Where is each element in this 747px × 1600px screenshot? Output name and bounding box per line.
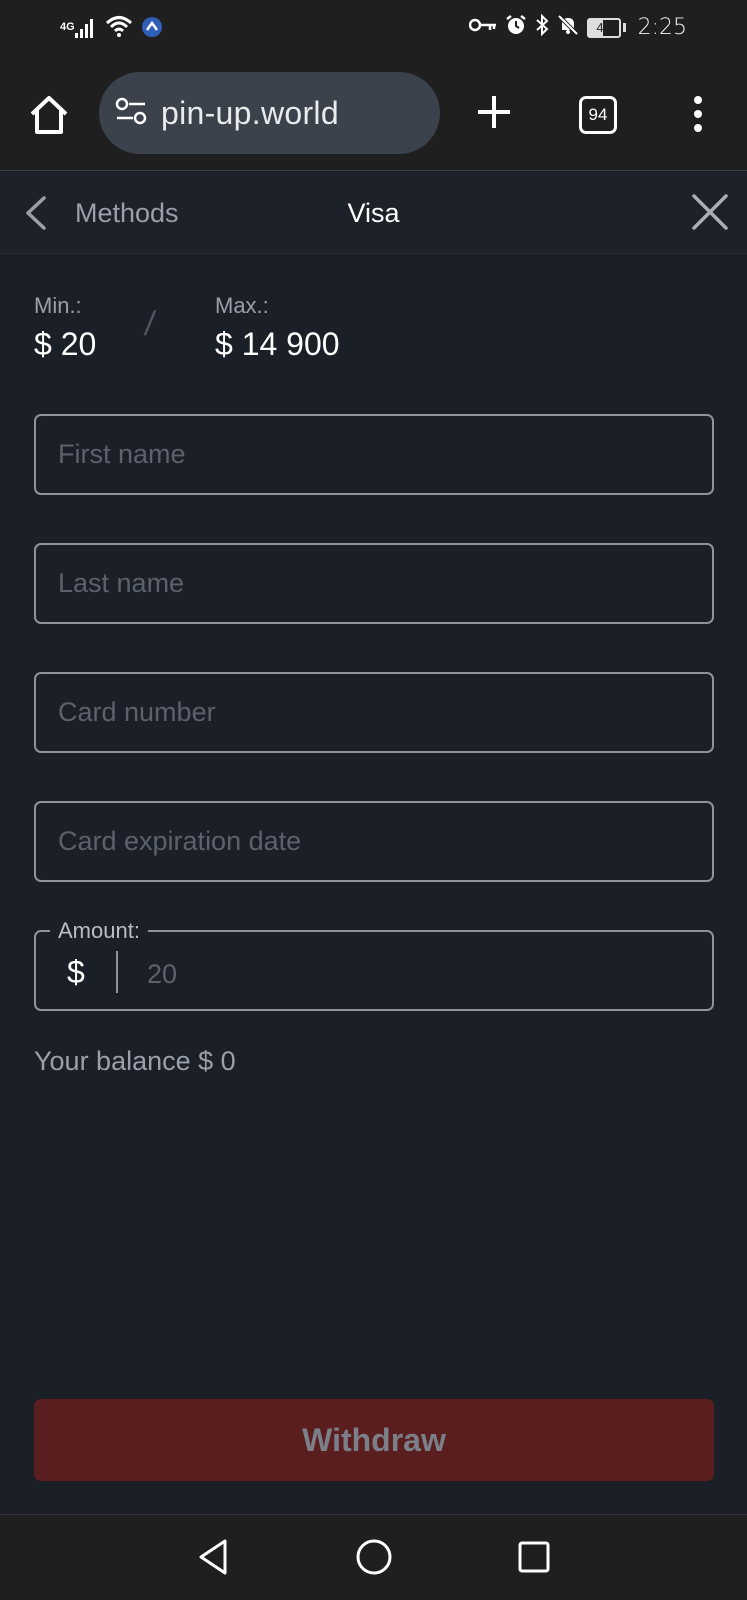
new-tab-icon[interactable] <box>474 92 514 132</box>
status-right: 47 2:25 <box>468 13 687 41</box>
key-icon <box>468 17 497 38</box>
more-icon[interactable] <box>688 94 708 134</box>
url-bar[interactable]: pin-up.world <box>99 72 440 154</box>
amount-divider <box>116 951 118 993</box>
amount-label: Amount: <box>50 918 148 944</box>
close-icon[interactable] <box>688 190 732 234</box>
limit-separator: / <box>142 305 158 343</box>
page-title: Visa <box>347 198 400 228</box>
max-label: Max.: <box>215 293 269 318</box>
wifi-icon <box>105 14 133 43</box>
first-name-field[interactable] <box>34 414 714 495</box>
nav-recents-icon[interactable] <box>514 1537 554 1577</box>
battery-icon: 47 <box>586 17 626 38</box>
last-name-field[interactable] <box>34 543 714 624</box>
site-settings-icon[interactable] <box>115 97 147 130</box>
bluetooth-icon <box>535 13 549 41</box>
network-type: 4G <box>60 21 75 33</box>
withdraw-button[interactable]: Withdraw <box>34 1399 714 1481</box>
tabs-icon[interactable]: 94 <box>579 96 617 134</box>
tab-count: 94 <box>588 105 608 124</box>
amount-input[interactable] <box>130 954 690 994</box>
min-label: Min.: <box>34 293 82 318</box>
clock: 2:25 <box>637 15 687 40</box>
browser-toolbar: pin-up.world 94 <box>0 58 747 171</box>
max-value: $ 14 900 <box>215 326 340 362</box>
last-name-input[interactable] <box>36 545 712 622</box>
signal-icon <box>74 18 97 43</box>
mute-icon <box>557 14 579 41</box>
home-icon[interactable] <box>26 92 72 138</box>
alarm-icon <box>505 14 527 41</box>
status-left: 4G <box>60 14 163 43</box>
vpn-icon <box>141 16 163 43</box>
url-text[interactable]: pin-up.world <box>161 95 339 132</box>
min-value: $ 20 <box>34 326 97 362</box>
status-bar: 4G 47 2:25 <box>0 0 747 58</box>
card-expiration-field[interactable] <box>34 801 714 882</box>
amount-currency: $ <box>67 954 85 990</box>
card-number-input[interactable] <box>36 674 712 751</box>
card-expiration-input[interactable] <box>36 803 712 880</box>
balance-text: Your balance $ 0 <box>34 1046 236 1076</box>
nav-back-icon[interactable] <box>195 1537 235 1577</box>
system-nav-bar <box>0 1514 747 1600</box>
nav-home-icon[interactable] <box>354 1537 394 1577</box>
first-name-input[interactable] <box>36 416 712 493</box>
card-number-field[interactable] <box>34 672 714 753</box>
battery-level: 47 <box>586 17 621 38</box>
sheet-header: Methods Visa <box>0 172 747 254</box>
